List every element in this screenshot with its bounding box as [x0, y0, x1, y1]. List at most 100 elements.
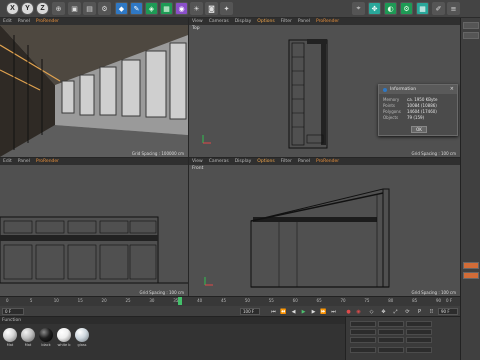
keyframe-selection-icon[interactable]: ◇	[368, 308, 375, 315]
timeline-ruler[interactable]: 0 5 10 15 20 25 30 35 40 45 50 55 60 65 70 75 80 85 90 0 F	[0, 296, 460, 306]
menu-panel[interactable]: Panel	[298, 19, 310, 24]
menu-function[interactable]: Function	[2, 318, 21, 323]
perspective-viewport[interactable]: Edit Panel ProRender Grid Spacing : 1000…	[0, 18, 188, 157]
render-settings-icon[interactable]: ⚙	[98, 2, 111, 15]
next-key-icon[interactable]: ⏩	[320, 308, 327, 315]
menu-prorender[interactable]: ProRender	[316, 19, 339, 24]
perspective-building-render	[0, 25, 188, 157]
apply-button[interactable]	[406, 347, 432, 353]
brush-icon[interactable]: ✐	[432, 2, 445, 15]
grid-icon[interactable]: ▦	[416, 2, 429, 15]
rotation-key-icon[interactable]: ⟳	[404, 308, 411, 315]
size-mode-dropdown[interactable]	[378, 347, 404, 353]
material-swatch[interactable]: white b	[56, 328, 72, 347]
pen-icon[interactable]: ✎	[130, 2, 143, 15]
menu-prorender[interactable]: ProRender	[36, 159, 59, 164]
axis-lock-icon[interactable]: ◐	[384, 2, 397, 15]
x-axis-icon[interactable]: X	[6, 2, 19, 15]
menu-view[interactable]: View	[192, 19, 203, 24]
go-to-start-icon[interactable]: ⏮	[270, 308, 277, 315]
position-x-field[interactable]	[350, 321, 376, 327]
front-wireframe	[204, 188, 390, 288]
coord-row-x	[350, 321, 432, 327]
menu-filter[interactable]: Filter	[281, 159, 292, 164]
attributes-tab[interactable]	[463, 262, 479, 269]
material-swatch[interactable]: Mat	[2, 328, 18, 347]
rotation-b-field[interactable]	[406, 337, 432, 343]
y-axis-icon[interactable]: Y	[21, 2, 34, 15]
scene-icon[interactable]: ☀	[190, 2, 203, 15]
menu-panel[interactable]: Panel	[298, 159, 310, 164]
position-y-field[interactable]	[350, 329, 376, 335]
info-key: Points	[383, 102, 396, 108]
render-view-icon[interactable]: ▣	[68, 2, 81, 15]
rotation-p-field[interactable]	[406, 329, 432, 335]
light-icon[interactable]: ✦	[220, 2, 233, 15]
right-viewport[interactable]: Edit Panel ProRender Grid Spacing : 100 …	[0, 158, 188, 296]
render-region-icon[interactable]: ▤	[83, 2, 96, 15]
menu-prorender[interactable]: ProRender	[316, 159, 339, 164]
end-frame-field[interactable]: 90 F	[438, 308, 458, 315]
timeline-tick-label: 70	[340, 298, 346, 303]
subdivision-icon[interactable]: ◈	[145, 2, 158, 15]
next-frame-icon[interactable]: ▶	[310, 308, 317, 315]
layers-tab[interactable]	[463, 272, 479, 279]
menu-cameras[interactable]: Cameras	[209, 19, 229, 24]
record-icon[interactable]: ●	[345, 308, 352, 315]
fps-field[interactable]: 100 F	[240, 308, 260, 315]
world-coords-icon[interactable]: ⊕	[52, 2, 65, 15]
viewport-divider-horizontal[interactable]	[0, 157, 460, 158]
takes-tab[interactable]	[463, 32, 479, 39]
workplane-icon[interactable]: ✥	[368, 2, 381, 15]
material-swatch[interactable]: black	[38, 328, 54, 347]
material-swatch[interactable]: glass	[74, 328, 90, 347]
previous-frame-icon[interactable]: ◀	[290, 308, 297, 315]
objects-tab[interactable]	[463, 22, 479, 29]
position-z-field[interactable]	[350, 337, 376, 343]
menu-prorender[interactable]: ProRender	[36, 19, 59, 24]
front-viewport[interactable]: View Cameras Display Options Filter Pane…	[189, 158, 460, 296]
menu-panel[interactable]: Panel	[18, 159, 30, 164]
material-name: white b	[57, 343, 71, 347]
go-to-end-icon[interactable]: ⏭	[330, 308, 337, 315]
autokey-icon[interactable]: ◉	[355, 308, 362, 315]
size-x-field[interactable]	[378, 321, 404, 327]
snap-icon[interactable]: ⌖	[352, 2, 365, 15]
point-level-icon[interactable]: ⠿	[428, 308, 435, 315]
size-y-field[interactable]	[378, 329, 404, 335]
parameter-key-icon[interactable]: P	[416, 308, 423, 315]
dialog-titlebar[interactable]: Information	[379, 85, 457, 94]
play-icon[interactable]: ▶	[300, 308, 307, 315]
gear-icon[interactable]: ⚙	[400, 2, 413, 15]
position-key-icon[interactable]: ✥	[380, 308, 387, 315]
camera-icon[interactable]: ◙	[205, 2, 218, 15]
menu-filter[interactable]: Filter	[281, 19, 292, 24]
start-frame-field[interactable]: 0 F	[2, 308, 24, 315]
cinema4d-logo-icon	[383, 87, 387, 92]
menu-cameras[interactable]: Cameras	[209, 159, 229, 164]
menu-display[interactable]: Display	[235, 19, 252, 24]
ok-button[interactable]: OK	[411, 126, 427, 133]
top-viewport-menu: View Cameras Display Options Filter Pane…	[189, 18, 460, 25]
menu-panel[interactable]: Panel	[18, 19, 30, 24]
array-icon[interactable]: ▦	[160, 2, 173, 15]
cube-icon[interactable]: ◆	[115, 2, 128, 15]
menu-edit[interactable]: Edit	[3, 19, 12, 24]
render-queue-icon[interactable]: ≡	[447, 2, 460, 15]
close-icon[interactable]: ×	[450, 86, 454, 92]
menu-options[interactable]: Options	[257, 19, 274, 24]
menu-display[interactable]: Display	[235, 159, 252, 164]
timeline-playhead[interactable]	[178, 297, 182, 305]
rotation-h-field[interactable]	[406, 321, 432, 327]
previous-key-icon[interactable]: ⏪	[280, 308, 287, 315]
menu-options[interactable]: Options	[257, 159, 274, 164]
menu-view[interactable]: View	[192, 159, 203, 164]
scale-key-icon[interactable]: ⤢	[392, 308, 399, 315]
z-axis-icon[interactable]: Z	[36, 2, 49, 15]
menu-edit[interactable]: Edit	[3, 159, 12, 164]
size-z-field[interactable]	[378, 337, 404, 343]
deformer-icon[interactable]: ◉	[175, 2, 188, 15]
object-mode-dropdown[interactable]	[350, 347, 376, 353]
material-swatch[interactable]: Mat	[20, 328, 36, 347]
grid-spacing-label: Grid Spacing : 100000 cm	[131, 151, 184, 156]
